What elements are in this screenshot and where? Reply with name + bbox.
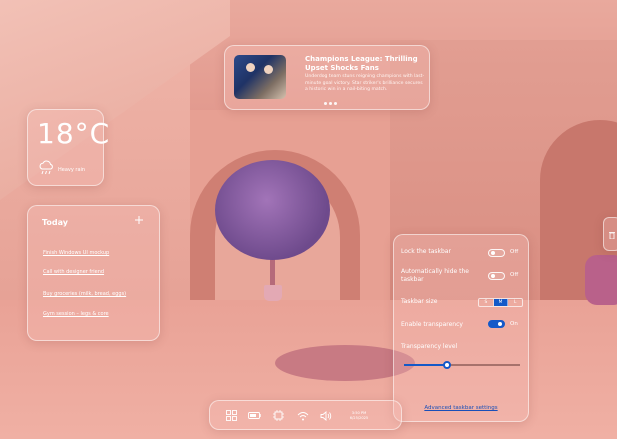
add-task-button[interactable] [132,213,146,227]
slider-thumb[interactable] [442,361,451,369]
taskbar-size-selector[interactable]: S M L [478,298,523,307]
lock-taskbar-toggle[interactable] [488,249,505,257]
transparency-level-label: Transparency level [401,343,458,350]
news-pager-dots[interactable] [324,102,337,105]
autohide-toggle[interactable] [488,272,505,280]
slider-fill [404,364,447,366]
wallpaper-tree [215,160,330,260]
pager-dot[interactable] [329,102,332,105]
transparency-level-slider[interactable] [404,361,520,369]
today-title: Today [42,218,68,227]
today-widget[interactable]: Today Finish Windows UI mockup Call with… [27,205,160,341]
side-panel-handle[interactable] [603,217,617,251]
taskbar: 3:50 PM 6/25/2025 [209,400,402,430]
task-item[interactable]: Call with designer friend [43,269,104,275]
task-item[interactable]: Finish Windows UI mockup [43,250,109,256]
news-title[interactable]: Champions League: Thrilling Upset Shocks… [305,55,427,73]
weather-condition: Heavy rain [58,167,86,173]
chip-icon[interactable] [272,409,285,422]
size-option-s[interactable]: S [479,299,494,306]
taskbar-size-label: Taskbar size [401,298,438,305]
pager-dot[interactable] [324,102,327,105]
lock-taskbar-label: Lock the taskbar [401,248,451,255]
transparency-state: On [510,321,518,327]
news-description: Underdog team stuns reigning champions w… [305,74,425,93]
pager-dot[interactable] [334,102,337,105]
size-option-m[interactable]: M [493,299,509,306]
task-item[interactable]: Buy groceries (milk, bread, eggs) [43,291,126,297]
taskbar-clock[interactable]: 3:50 PM 6/25/2025 [344,411,374,421]
wallpaper-chair [585,255,617,305]
plus-icon [135,216,143,224]
news-thumbnail [234,55,286,99]
news-widget[interactable]: Champions League: Thrilling Upset Shocks… [224,45,430,110]
autohide-state: Off [510,272,519,278]
rain-cloud-icon [38,160,55,177]
transparency-toggle[interactable] [488,320,505,328]
volume-icon[interactable] [319,409,332,422]
taskbar-settings-panel: Lock the taskbar Off Automatically hide … [393,234,529,422]
weather-temperature: 18°C [37,117,111,150]
wallpaper-pot [264,285,282,301]
task-item[interactable]: Gym session – legs & core [43,311,109,317]
lock-taskbar-state: Off [510,249,519,255]
transparency-label: Enable transparency [401,321,463,328]
trash-icon [609,232,615,239]
wifi-icon[interactable] [296,409,309,422]
size-option-l[interactable]: L [508,299,522,306]
advanced-taskbar-settings-link[interactable]: Advanced taskbar settings [394,405,528,411]
autohide-label: Automatically hide the taskbar [401,268,469,283]
weather-widget[interactable]: 18°C Heavy rain [27,109,109,186]
widgets-icon[interactable] [225,409,238,422]
clock-date: 6/25/2025 [349,416,369,420]
battery-icon[interactable] [248,409,261,422]
